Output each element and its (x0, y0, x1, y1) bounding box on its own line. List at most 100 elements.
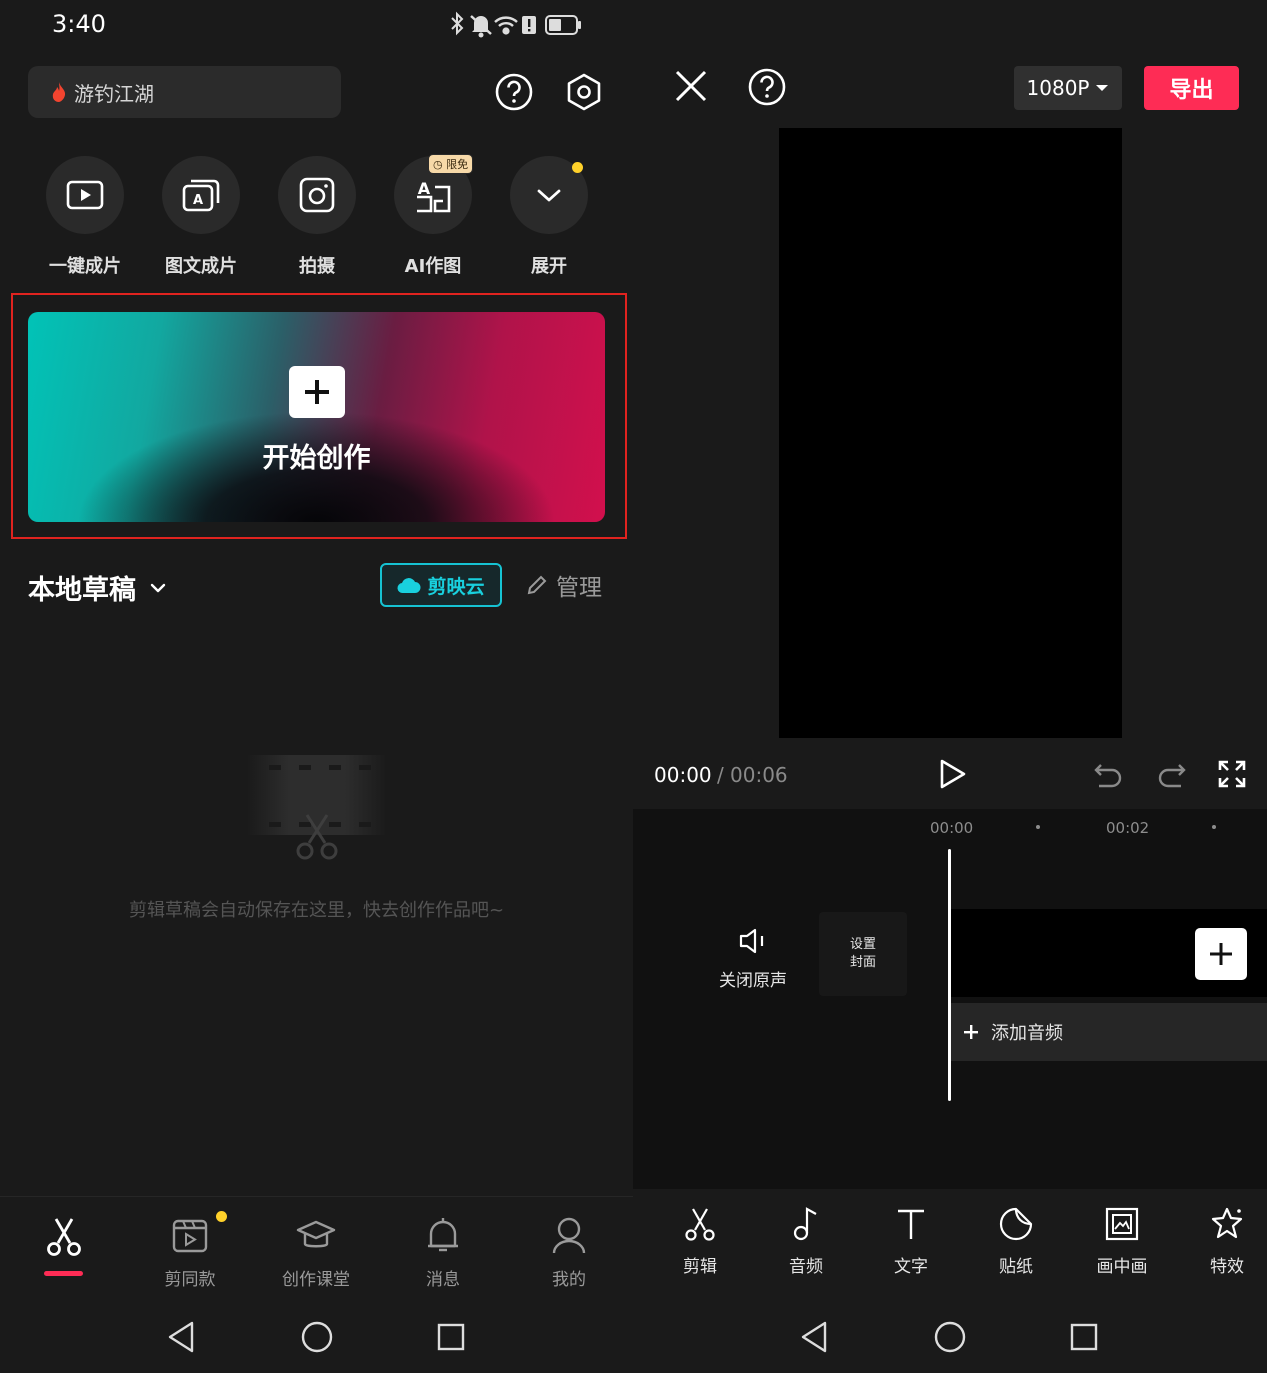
svg-text:A: A (418, 179, 431, 198)
quick-action-expand[interactable]: 展开 (509, 156, 589, 278)
quick-action-label: 展开 (531, 256, 567, 277)
tool-label: 特效 (1210, 1257, 1244, 1277)
plus-icon (289, 366, 345, 418)
bluetooth-icon (451, 11, 464, 36)
home-icon[interactable] (933, 1320, 967, 1354)
quick-action-label: 一键成片 (49, 256, 121, 277)
play-icon[interactable] (935, 757, 969, 791)
battery-icon (545, 15, 581, 35)
nav-edit[interactable] (14, 1215, 114, 1257)
sim-alert-icon (522, 16, 536, 34)
text-to-video-icon: A (182, 179, 220, 212)
tool-sticker[interactable]: 贴纸 (976, 1206, 1056, 1277)
current-time: 00:00 (654, 763, 712, 787)
caret-down-icon (1096, 85, 1109, 91)
cloud-icon (397, 578, 421, 594)
ai-image-icon: A (417, 179, 451, 213)
picture-in-picture-icon (1105, 1207, 1139, 1241)
settings-icon[interactable] (564, 72, 604, 112)
resolution-value: 1080P (1026, 76, 1090, 100)
time-separator: / (717, 763, 724, 787)
ruler-tick (1212, 825, 1216, 829)
ruler-tick (1036, 825, 1040, 829)
help-icon[interactable] (747, 67, 787, 107)
start-creation-card[interactable]: 开始创作 (28, 312, 605, 522)
fullscreen-icon[interactable] (1216, 758, 1248, 790)
nav-messages[interactable]: 消息 (393, 1215, 493, 1290)
pencil-icon (527, 575, 547, 595)
set-cover-button[interactable]: 设置 封面 (819, 912, 907, 996)
nav-templates[interactable]: 剪同款 (140, 1211, 240, 1290)
sticker-icon (999, 1207, 1033, 1241)
ruler-label: 00:02 (1106, 819, 1150, 837)
quick-action-circle (510, 156, 588, 234)
tool-audio[interactable]: 音频 (766, 1206, 846, 1277)
home-icon[interactable] (300, 1320, 334, 1354)
notification-dot (572, 162, 583, 173)
undo-icon[interactable] (1093, 759, 1125, 789)
mute-original-button[interactable]: 关闭原声 (713, 926, 793, 991)
svg-text:A: A (193, 193, 203, 208)
redo-icon[interactable] (1155, 759, 1187, 789)
quick-action-label: 图文成片 (165, 256, 237, 277)
home-screen: 3:40 游钓江湖 一键成片 A 图文成片 拍摄 A ◷ 限免 AI作图 展开 … (0, 0, 633, 1373)
scissors-icon (685, 1208, 715, 1241)
search-bar[interactable]: 游钓江湖 (28, 66, 341, 118)
status-icons (451, 11, 581, 38)
cloud-button-label: 剪映云 (427, 575, 485, 598)
close-icon[interactable] (673, 68, 709, 104)
back-icon[interactable] (166, 1320, 196, 1354)
quick-action-text-to-video[interactable]: A 图文成片 (161, 156, 241, 278)
tool-effects[interactable]: 特效 (1187, 1206, 1267, 1277)
nav-label: 消息 (426, 1270, 460, 1290)
back-icon[interactable] (799, 1320, 829, 1354)
system-nav-bar (633, 1300, 1267, 1373)
recents-icon[interactable] (1069, 1320, 1099, 1354)
resolution-select[interactable]: 1080P (1014, 66, 1122, 110)
tool-text[interactable]: 文字 (871, 1206, 951, 1277)
video-preview[interactable] (779, 128, 1122, 738)
music-note-icon (793, 1207, 817, 1241)
system-nav-bar (0, 1300, 633, 1373)
cover-label-line1: 设置 (849, 937, 876, 952)
film-scissors-icon (247, 755, 387, 860)
nav-academy[interactable]: 创作课堂 (266, 1215, 366, 1290)
plus-glyph (305, 380, 329, 404)
add-audio-track[interactable]: 添加音频 (951, 1003, 1267, 1061)
start-creation-label: 开始创作 (262, 443, 371, 474)
flame-icon (52, 82, 66, 102)
quick-action-one-click[interactable]: 一键成片 (45, 156, 125, 278)
editor-screen: 1080P 导出 00:00 / 00:06 00:00 00:02 关闭原声 … (633, 0, 1267, 1373)
recents-icon[interactable] (436, 1320, 466, 1354)
ruler-label: 00:00 (930, 819, 974, 837)
quick-action-camera[interactable]: 拍摄 (277, 156, 357, 278)
quick-action-circle: A ◷ 限免 (394, 154, 474, 234)
cloud-button[interactable]: 剪映云 (380, 563, 502, 607)
quick-action-ai-image[interactable]: A ◷ 限免 AI作图 (393, 154, 474, 278)
export-button[interactable]: 导出 (1144, 66, 1239, 110)
search-placeholder: 游钓江湖 (74, 81, 154, 106)
timeline[interactable]: 00:00 00:02 关闭原声 设置 封面 添加音频 (633, 809, 1267, 1189)
manage-button[interactable]: 管理 (526, 568, 602, 602)
quick-action-label: 拍摄 (299, 256, 335, 277)
drafts-dropdown[interactable]: 本地草稿 (28, 568, 168, 607)
chevron-down-icon (150, 583, 166, 592)
nav-profile[interactable]: 我的 (519, 1215, 619, 1290)
help-icon[interactable] (494, 72, 534, 112)
play-square-icon (66, 180, 104, 210)
tool-label: 画中画 (1096, 1257, 1148, 1277)
graduation-cap-icon (296, 1220, 336, 1248)
quick-action-circle (278, 156, 356, 234)
empty-drafts-text: 剪辑草稿会自动保存在这里，快去创作作品吧~ (128, 900, 505, 921)
playhead[interactable] (948, 849, 951, 1101)
tool-label: 文字 (894, 1257, 928, 1277)
tool-edit[interactable]: 剪辑 (660, 1206, 740, 1277)
add-clip-button[interactable] (1195, 928, 1247, 980)
star-effect-icon (1211, 1207, 1243, 1239)
quick-action-circle (46, 156, 124, 234)
plus-icon (1210, 943, 1232, 965)
wifi-icon (494, 16, 518, 35)
status-time: 3:40 (52, 10, 106, 38)
manage-label: 管理 (556, 575, 602, 601)
tool-pip[interactable]: 画中画 (1082, 1206, 1162, 1277)
